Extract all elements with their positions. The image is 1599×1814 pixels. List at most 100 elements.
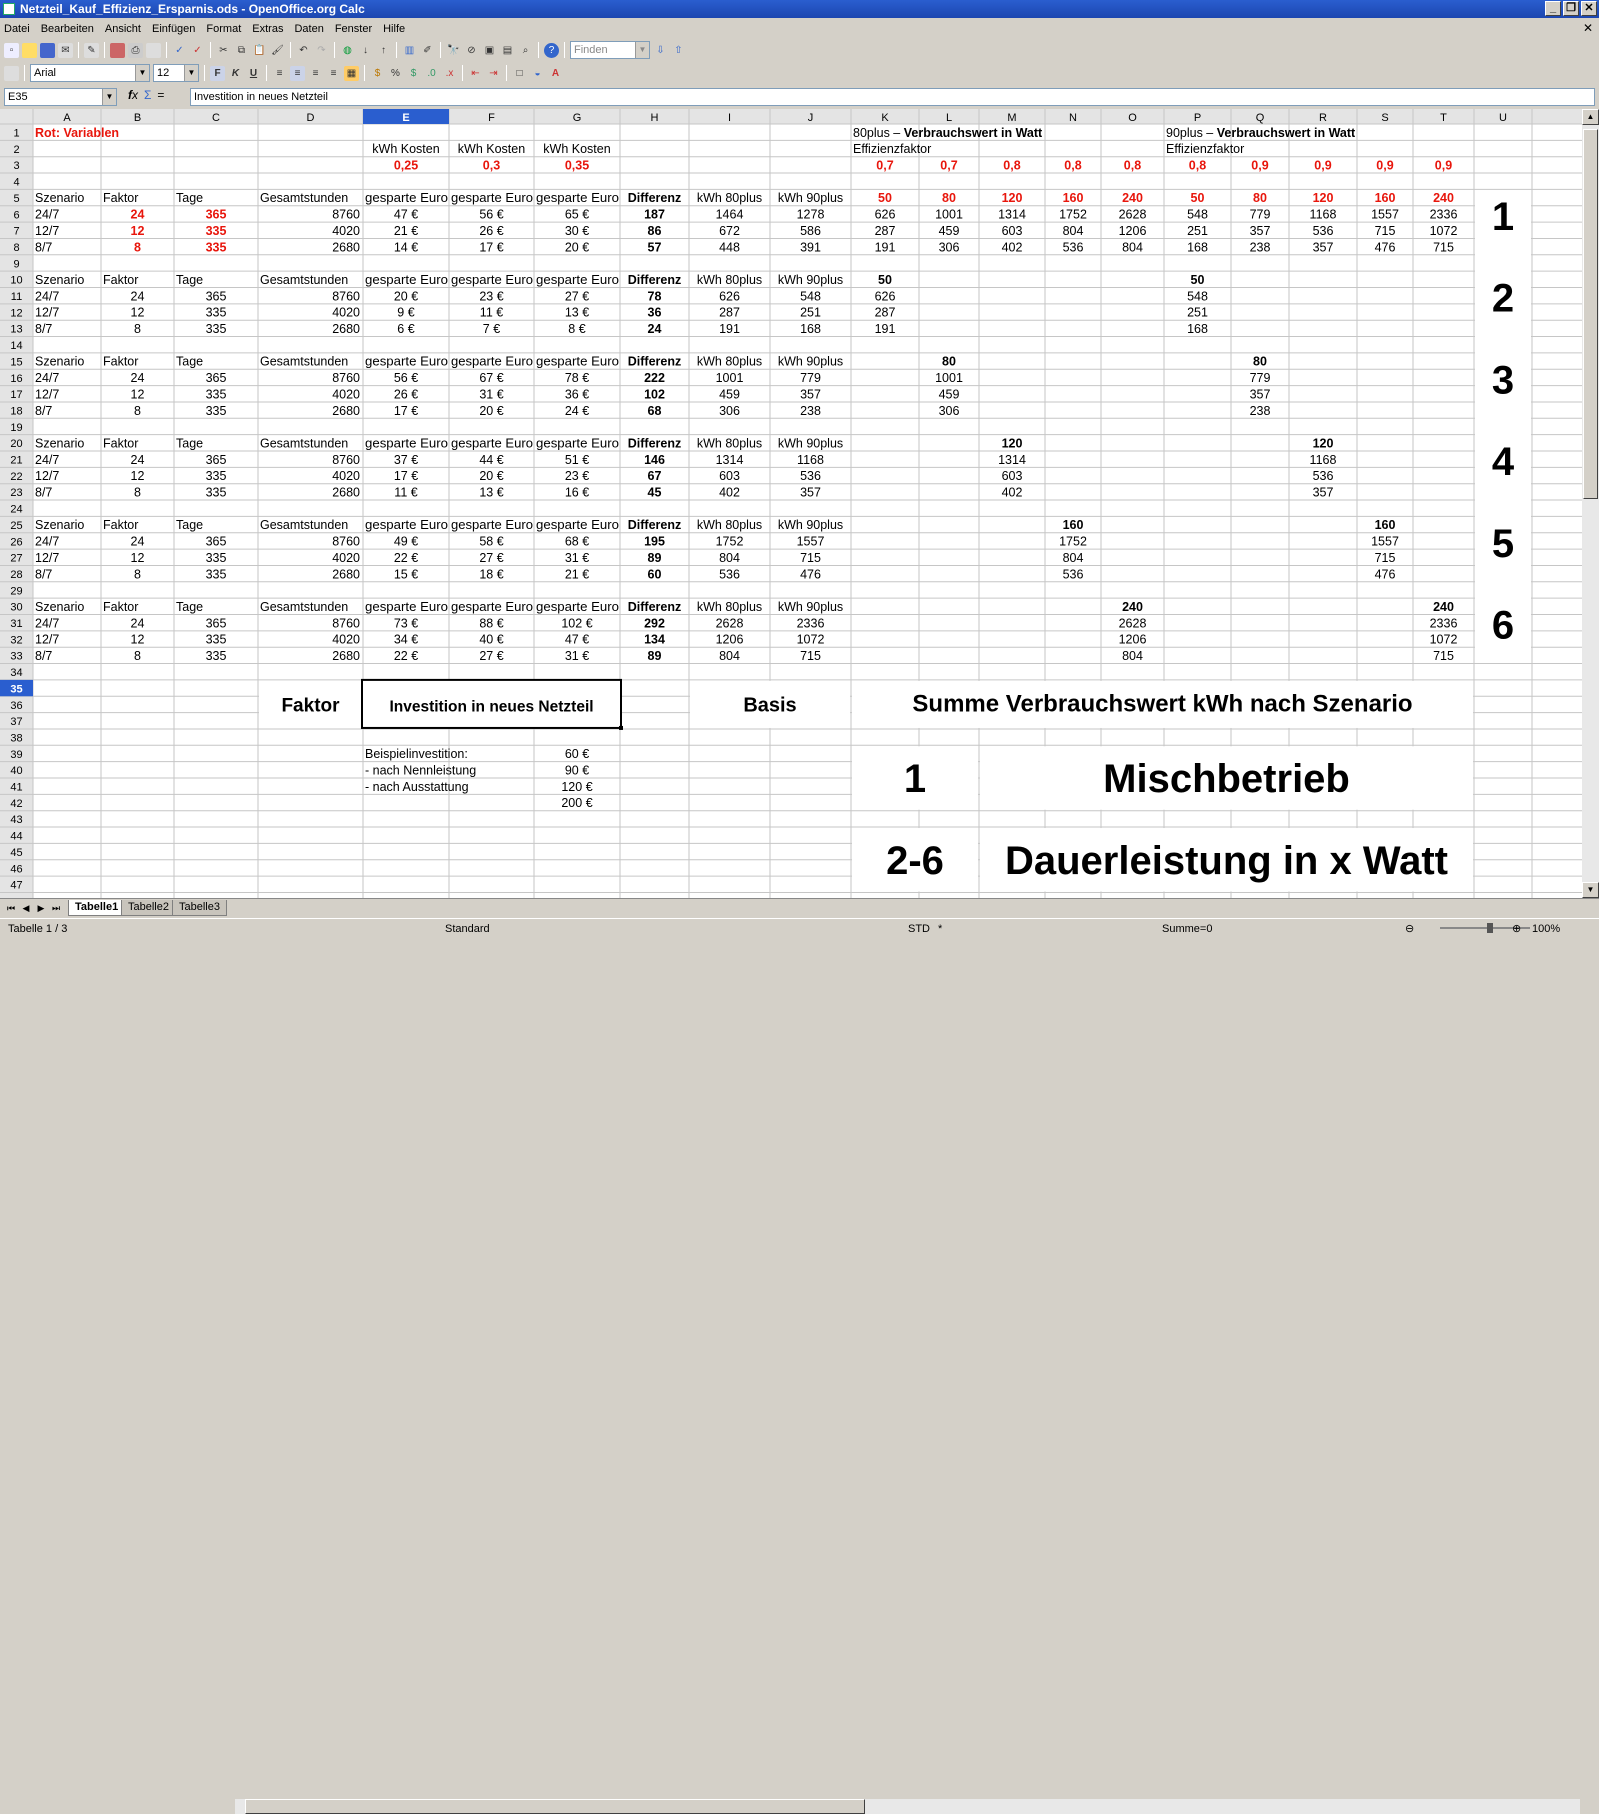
document-close-icon[interactable]: ✕ xyxy=(1583,21,1593,35)
undo-icon[interactable]: ↶ xyxy=(296,43,311,58)
standard-format-icon[interactable]: $ xyxy=(406,66,421,81)
merge-cells-icon[interactable]: ▦ xyxy=(344,65,359,81)
menu-fenster[interactable]: Fenster xyxy=(335,23,372,35)
font-size-select[interactable]: 12 ▼ xyxy=(153,64,199,82)
name-box[interactable]: E35 ▼ xyxy=(4,88,117,106)
currency-format-icon[interactable]: $ xyxy=(370,66,385,81)
menu-bearbeiten[interactable]: Bearbeiten xyxy=(41,23,94,35)
tab-tabelle1[interactable]: Tabelle1 xyxy=(68,900,126,916)
vertical-scrollbar[interactable]: ▲ ▼ xyxy=(1582,109,1599,898)
decrease-indent-icon[interactable]: ⇤ xyxy=(468,66,483,81)
menu-hilfe[interactable]: Hilfe xyxy=(383,23,405,35)
open-folder-icon[interactable] xyxy=(22,42,37,58)
cell-D21: 8760 xyxy=(332,453,360,467)
find-next-icon[interactable]: ⇩ xyxy=(653,43,668,58)
menu-einfuegen[interactable]: Einfügen xyxy=(152,23,195,35)
paste-icon[interactable]: 📋 xyxy=(252,43,267,58)
find-replace-icon[interactable]: 🔭 xyxy=(446,43,461,58)
vertical-scroll-thumb[interactable] xyxy=(1583,129,1598,499)
align-left-icon[interactable]: ≡ xyxy=(272,66,287,81)
tab-tabelle3[interactable]: Tabelle3 xyxy=(172,900,227,916)
font-name-select[interactable]: Arial ▼ xyxy=(30,64,150,82)
minimize-button[interactable]: _ xyxy=(1545,1,1561,16)
cut-icon[interactable]: ✂ xyxy=(216,43,231,58)
scroll-down-icon[interactable]: ▼ xyxy=(1582,882,1599,898)
horizontal-scrollbar[interactable] xyxy=(235,1799,1580,1814)
increase-indent-icon[interactable]: ⇥ xyxy=(486,66,501,81)
navigator-icon[interactable]: ⊘ xyxy=(464,43,479,58)
menu-format[interactable]: Format xyxy=(206,23,241,35)
percent-format-icon[interactable]: % xyxy=(388,66,403,81)
font-color-icon[interactable]: A xyxy=(548,66,563,81)
email-icon[interactable]: ✉ xyxy=(58,42,73,58)
save-icon[interactable] xyxy=(40,42,55,58)
column-header-T: T xyxy=(1440,112,1447,124)
sort-descending-icon[interactable]: ↑ xyxy=(376,43,391,58)
menu-ansicht[interactable]: Ansicht xyxy=(105,23,141,35)
underline-button[interactable]: U xyxy=(246,66,261,81)
format-paintbrush-icon[interactable]: 🖌 xyxy=(270,43,285,58)
horizontal-scroll-thumb[interactable] xyxy=(245,1799,865,1814)
first-sheet-icon[interactable]: ⏮ xyxy=(4,901,18,915)
new-document-icon[interactable]: ▫ xyxy=(4,42,19,58)
next-sheet-icon[interactable]: ▶ xyxy=(34,901,48,915)
menu-extras[interactable]: Extras xyxy=(252,23,283,35)
zoom-in-icon[interactable]: ⊕ xyxy=(1512,919,1521,939)
delete-decimal-icon[interactable]: .x xyxy=(442,66,457,81)
cell-C11: 365 xyxy=(206,289,227,303)
find-previous-icon[interactable]: ⇧ xyxy=(671,43,686,58)
background-color-icon[interactable]: ◒ xyxy=(530,66,545,81)
last-sheet-icon[interactable]: ⏭ xyxy=(49,901,63,915)
zoom-icon[interactable]: ⌕ xyxy=(518,43,533,58)
function-wizard-icon[interactable]: fx xyxy=(128,88,138,102)
scroll-up-icon[interactable]: ▲ xyxy=(1582,109,1599,125)
justify-icon[interactable]: ≡ xyxy=(326,66,341,81)
chevron-down-icon[interactable]: ▼ xyxy=(102,89,116,105)
find-input[interactable]: Finden ▼ xyxy=(570,41,650,59)
zoom-level[interactable]: 100% xyxy=(1532,919,1560,939)
add-decimal-icon[interactable]: .0 xyxy=(424,66,439,81)
chevron-down-icon[interactable]: ▼ xyxy=(184,65,198,81)
draw-functions-icon[interactable]: ✐ xyxy=(420,43,435,58)
prev-sheet-icon[interactable]: ◀ xyxy=(19,901,33,915)
align-center-icon[interactable]: ≡ xyxy=(290,65,305,81)
print-icon[interactable]: ⎙ xyxy=(128,42,143,58)
edit-file-icon[interactable]: ✎ xyxy=(84,42,99,58)
zoom-out-icon[interactable]: ⊖ xyxy=(1405,919,1414,939)
chart-icon[interactable]: ▥ xyxy=(402,43,417,58)
export-pdf-icon[interactable] xyxy=(110,42,125,58)
spellcheck-icon[interactable]: ✓ xyxy=(172,43,187,58)
menu-daten[interactable]: Daten xyxy=(294,23,323,35)
maximize-button[interactable]: ❐ xyxy=(1563,1,1579,16)
chevron-down-icon[interactable]: ▼ xyxy=(135,65,149,81)
spreadsheet-grid[interactable]: A B C D E F G H I J K L M N O P Q R S T U 1 2 3 4 5 6 7 8 9 10 11 12 13 14… xyxy=(0,109,1582,898)
page-style[interactable]: Standard xyxy=(445,919,490,939)
grid-canvas[interactable]: A B C D E F G H I J K L M N O P Q R S T U1234567891011121314… xyxy=(0,109,1582,898)
datasource-icon[interactable]: ▤ xyxy=(500,43,515,58)
chevron-down-icon[interactable]: ▼ xyxy=(635,42,649,58)
formula-input[interactable]: Investition in neues Netzteil xyxy=(190,88,1595,106)
bold-button[interactable]: F xyxy=(210,65,225,81)
gallery-icon[interactable]: ▣ xyxy=(482,43,497,58)
hyperlink-icon[interactable]: ◍ xyxy=(340,43,355,58)
page-preview-icon[interactable] xyxy=(146,42,161,58)
close-button[interactable]: ✕ xyxy=(1581,1,1597,16)
borders-icon[interactable]: □ xyxy=(512,66,527,81)
zoom-slider-knob[interactable] xyxy=(1487,923,1493,933)
sum-icon[interactable]: Σ xyxy=(144,88,151,102)
help-icon[interactable]: ? xyxy=(544,42,559,58)
sort-ascending-icon[interactable]: ↓ xyxy=(358,43,373,58)
italic-button[interactable]: K xyxy=(228,66,243,81)
cell-F13: 7 € xyxy=(483,322,500,336)
align-right-icon[interactable]: ≡ xyxy=(308,66,323,81)
styles-icon[interactable] xyxy=(4,65,19,81)
formula-icon[interactable]: = xyxy=(157,88,164,102)
cell-I11: 626 xyxy=(719,289,740,303)
insert-mode[interactable]: STD xyxy=(908,919,930,939)
redo-icon[interactable]: ↷ xyxy=(314,43,329,58)
autospell-icon[interactable]: ✓ xyxy=(190,43,205,58)
menu-datei[interactable]: Datei xyxy=(4,23,30,35)
copy-icon[interactable]: ⧉ xyxy=(234,43,249,58)
tab-tabelle2[interactable]: Tabelle2 xyxy=(121,900,176,916)
cell-M6: 1314 xyxy=(998,208,1026,222)
